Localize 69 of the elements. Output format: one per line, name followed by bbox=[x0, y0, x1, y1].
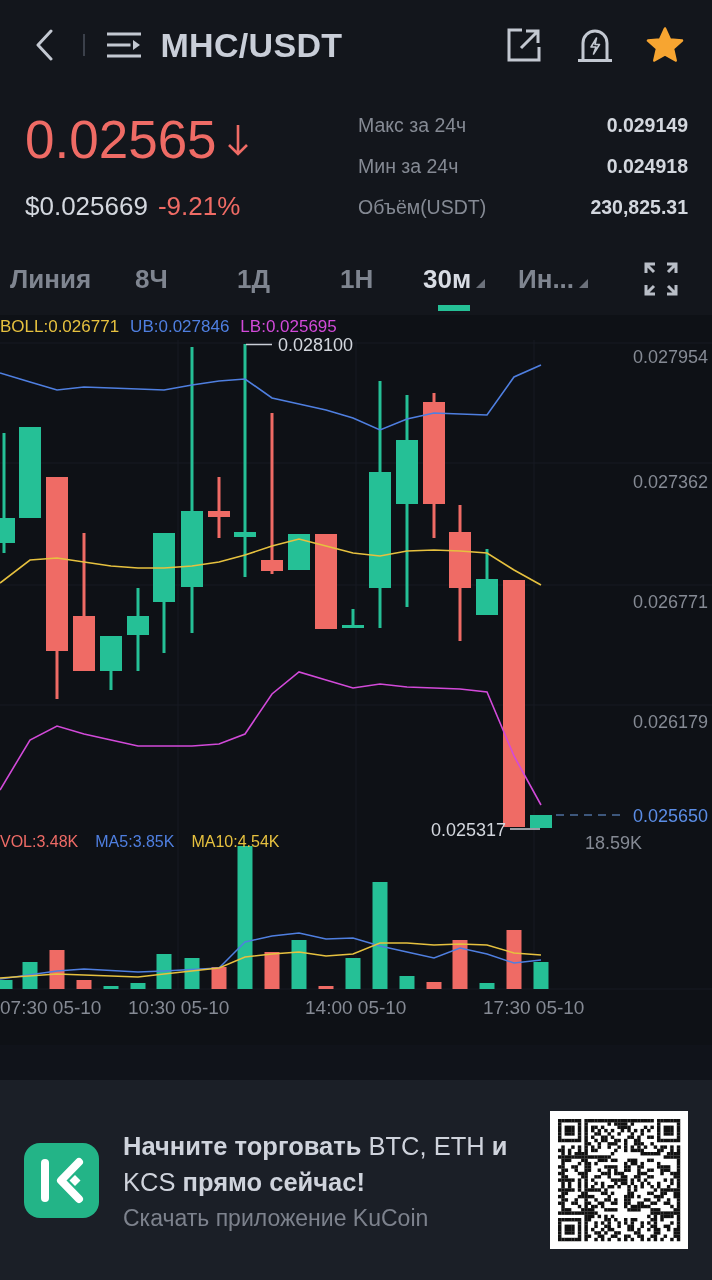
volume-bar bbox=[452, 940, 468, 989]
candlestick bbox=[530, 815, 552, 828]
fiat-price: $0.025669 bbox=[25, 191, 148, 221]
volume-bar bbox=[479, 983, 495, 989]
alarm-icon[interactable] bbox=[577, 27, 613, 63]
stat-label: Объём(USDT) bbox=[358, 196, 488, 219]
stat-value: 230,825.31 bbox=[589, 196, 688, 219]
logo-icon bbox=[24, 1142, 99, 1218]
price-axis-label: 0.026771 bbox=[632, 592, 708, 612]
volume-bar bbox=[130, 983, 146, 989]
volume-bar bbox=[264, 952, 280, 989]
star-icon[interactable] bbox=[646, 27, 684, 63]
pair-title: MHC/USDT bbox=[160, 25, 343, 65]
interval-tab[interactable]: 1Д bbox=[237, 262, 270, 311]
leader-line bbox=[245, 343, 273, 346]
indicator-label: BOLL:0.026771 bbox=[0, 317, 120, 337]
menu-icon[interactable] bbox=[106, 32, 141, 58]
candlestick bbox=[476, 549, 498, 615]
back-icon[interactable] bbox=[36, 29, 53, 61]
interval-tab[interactable]: 30м bbox=[423, 262, 486, 311]
high-price-label: 0.028100 bbox=[278, 335, 354, 355]
volume-bar bbox=[399, 976, 415, 989]
volume-bar bbox=[426, 982, 442, 989]
indicator-label: LB:0.025695 bbox=[240, 317, 337, 337]
stat-value: 0.024918 bbox=[605, 155, 688, 178]
volume-indicator-label: MA10:4.54K bbox=[191, 832, 280, 852]
volume-bar bbox=[291, 940, 307, 989]
interval-tab[interactable]: 1Н bbox=[340, 262, 374, 311]
expand-icon[interactable] bbox=[644, 262, 678, 296]
price-axis-label: 0.026179 bbox=[632, 712, 708, 732]
volume-bar bbox=[103, 986, 119, 989]
interval-tab[interactable]: Линия bbox=[10, 262, 92, 311]
time-axis-label: 14:00 05-10 bbox=[305, 997, 407, 1018]
volume-indicator-label: VOL:3.48K bbox=[0, 832, 79, 852]
candlestick bbox=[288, 534, 310, 570]
banner-headline: Начните торговать BTC, ETH и KCS прямо сейчас! bbox=[123, 1131, 509, 1198]
last-price: 0.02565 bbox=[25, 110, 217, 170]
last-price-label: 0.025650 bbox=[632, 806, 708, 826]
volume-bar bbox=[345, 958, 361, 989]
time-axis-label: 07:30 05-10 bbox=[0, 997, 102, 1018]
interval-tab[interactable]: 8Ч bbox=[135, 262, 168, 311]
volume-bar bbox=[211, 967, 227, 989]
qr-code-icon bbox=[550, 1111, 688, 1249]
candlestick bbox=[342, 609, 364, 628]
banner-subtitle[interactable]: Скачать приложение KuCoin bbox=[123, 1204, 520, 1232]
volume-bar bbox=[506, 930, 522, 989]
low-price-label: 0.025317 bbox=[430, 820, 506, 840]
price-change: -9.21% bbox=[157, 191, 241, 221]
interval-tab[interactable]: Ин... bbox=[518, 262, 589, 311]
stat-label: Мин за 24ч bbox=[358, 155, 460, 178]
volume-bar bbox=[184, 958, 200, 989]
external-link-icon[interactable] bbox=[507, 28, 541, 62]
volume-bar bbox=[76, 980, 92, 989]
leader-line bbox=[509, 828, 541, 830]
price-axis-label: 0.027362 bbox=[632, 472, 708, 492]
indicator-label: UB:0.027846 bbox=[130, 317, 230, 337]
time-axis-label: 10:30 05-10 bbox=[128, 997, 230, 1018]
volume-indicator-label: MA5:3.85K bbox=[95, 832, 175, 852]
price-axis-label: 0.027954 bbox=[632, 347, 708, 367]
candlestick bbox=[100, 636, 122, 690]
volume-bar bbox=[0, 980, 13, 989]
volume-bar bbox=[49, 950, 65, 989]
stat-value: 0.029149 bbox=[605, 114, 688, 137]
volume-bar bbox=[156, 954, 172, 989]
candlestick bbox=[208, 477, 230, 538]
volume-axis-label: 18.59K bbox=[585, 833, 643, 853]
time-axis-label: 17:30 05-10 bbox=[483, 997, 585, 1018]
stat-label: Макс за 24ч bbox=[358, 114, 468, 137]
volume-bar bbox=[318, 986, 334, 989]
